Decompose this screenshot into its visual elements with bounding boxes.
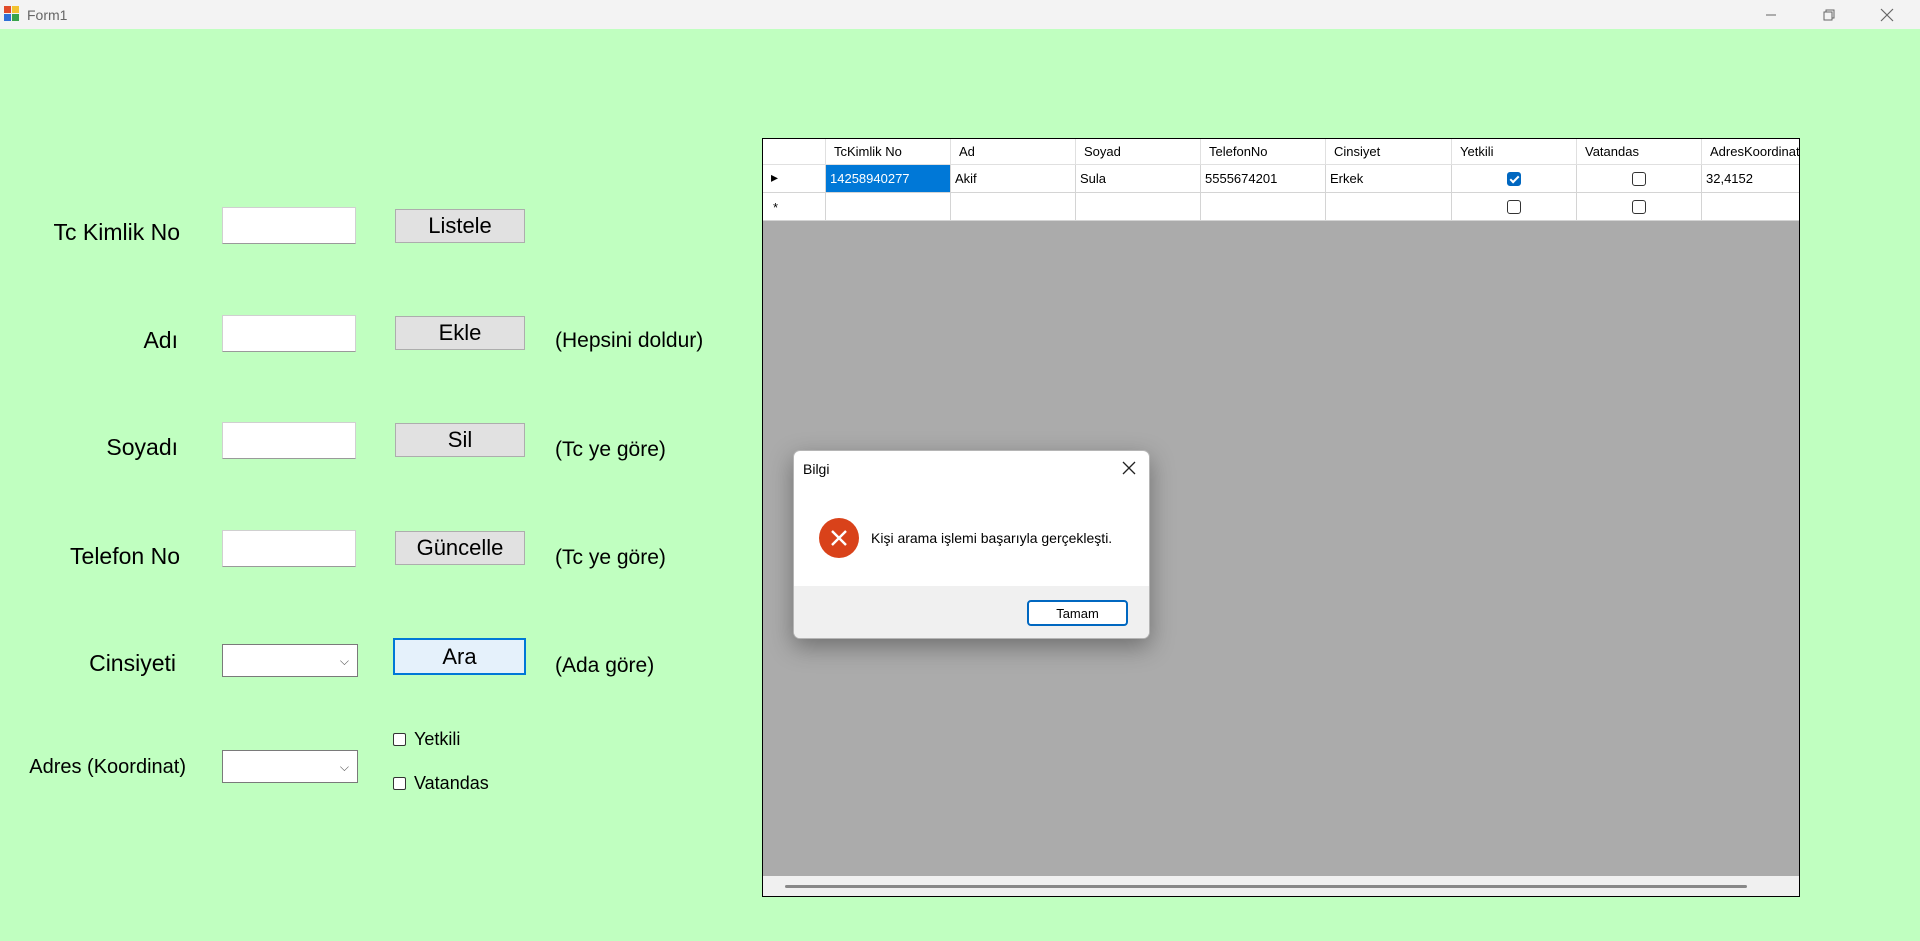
column-header-tckimlik[interactable]: TcKimlik No bbox=[826, 139, 951, 165]
new-cell-telefon[interactable] bbox=[1201, 193, 1326, 221]
close-icon bbox=[1880, 8, 1894, 21]
column-header-vatandas[interactable]: Vatandas bbox=[1577, 139, 1702, 165]
soyadi-input[interactable] bbox=[222, 422, 356, 459]
listele-button[interactable]: Listele bbox=[395, 209, 525, 243]
yetkili-checkbox[interactable]: Yetkili bbox=[393, 729, 460, 750]
checkbox-box bbox=[393, 777, 406, 790]
cell-vatandas[interactable] bbox=[1577, 165, 1702, 193]
column-header-adres[interactable]: AdresKoordinat bbox=[1702, 139, 1799, 165]
close-window-button[interactable] bbox=[1858, 0, 1916, 29]
checkbox-box bbox=[393, 733, 406, 746]
cell-yetkili[interactable] bbox=[1452, 165, 1577, 193]
vatandas-cell-checkbox[interactable] bbox=[1632, 199, 1646, 214]
label-telefon-no: Telefon No bbox=[70, 543, 180, 569]
cell-cinsiyet[interactable]: Erkek bbox=[1326, 165, 1452, 193]
label-adi: Adı bbox=[143, 327, 178, 353]
cell-ad[interactable]: Akif bbox=[951, 165, 1076, 193]
label-soyadi: Soyadı bbox=[106, 434, 178, 460]
app-icon bbox=[4, 6, 20, 22]
column-header-ad[interactable]: Ad bbox=[951, 139, 1076, 165]
cell-adres[interactable]: 32,4152 bbox=[1702, 165, 1799, 193]
dialog-message: Kişi arama işlemi başarıyla gerçekleşti. bbox=[871, 530, 1113, 546]
window-title: Form1 bbox=[27, 7, 68, 23]
new-row[interactable]: * bbox=[763, 193, 1799, 221]
guncelle-button[interactable]: Güncelle bbox=[395, 531, 525, 565]
new-cell-soyad[interactable] bbox=[1076, 193, 1201, 221]
vatandas-label: Vatandas bbox=[414, 773, 489, 793]
sil-note: (Tc ye göre) bbox=[555, 438, 666, 461]
ara-button[interactable]: Ara bbox=[393, 638, 526, 675]
cinsiyet-combobox[interactable]: ⌵ bbox=[222, 644, 358, 677]
current-row-arrow-icon: ▸ bbox=[771, 169, 779, 185]
chevron-down-icon: ⌵ bbox=[339, 654, 349, 668]
row-header[interactable]: * bbox=[763, 193, 826, 221]
new-cell-tckimlik[interactable] bbox=[826, 193, 951, 221]
horizontal-scrollbar[interactable] bbox=[763, 876, 1799, 896]
label-adres-koordinat: Adres (Koordinat) bbox=[29, 756, 186, 778]
scrollbar-thumb[interactable] bbox=[785, 885, 1747, 888]
yetkili-label: Yetkili bbox=[414, 729, 461, 749]
guncelle-note: (Tc ye göre) bbox=[555, 546, 666, 569]
telefon-input[interactable] bbox=[222, 530, 356, 567]
label-tc-kimlik-no: Tc Kimlik No bbox=[53, 219, 180, 245]
dialog-footer: Tamam bbox=[794, 586, 1149, 638]
new-cell-yetkili[interactable] bbox=[1452, 193, 1577, 221]
cell-tckimlik[interactable]: 14258940277 bbox=[826, 165, 951, 193]
table-row[interactable]: ▸ 14258940277 Akif Sula 5555674201 Erkek… bbox=[763, 165, 1799, 193]
dialog-close-button[interactable] bbox=[1119, 458, 1139, 478]
ekle-button[interactable]: Ekle bbox=[395, 316, 525, 350]
yetkili-cell-checkbox[interactable] bbox=[1507, 199, 1521, 214]
column-header-telefon[interactable]: TelefonNo bbox=[1201, 139, 1326, 165]
restore-button[interactable] bbox=[1800, 0, 1858, 29]
close-icon bbox=[1122, 461, 1136, 475]
message-dialog: Bilgi Kişi arama işlemi başarıyla gerçek… bbox=[793, 450, 1150, 639]
chevron-down-icon: ⌵ bbox=[339, 760, 349, 774]
cell-telefon[interactable]: 5555674201 bbox=[1201, 165, 1326, 193]
x-mark-icon bbox=[831, 530, 847, 546]
cell-soyad[interactable]: Sula bbox=[1076, 165, 1201, 193]
new-cell-cinsiyet[interactable] bbox=[1326, 193, 1452, 221]
column-header-cinsiyet[interactable]: Cinsiyet bbox=[1326, 139, 1452, 165]
ekle-note: (Hepsini doldur) bbox=[555, 329, 704, 352]
error-icon bbox=[819, 518, 859, 558]
restore-icon bbox=[1823, 9, 1835, 20]
ara-note: (Ada göre) bbox=[555, 654, 655, 677]
new-cell-ad[interactable] bbox=[951, 193, 1076, 221]
label-cinsiyeti: Cinsiyeti bbox=[89, 650, 176, 676]
grid-header-row: TcKimlik No Ad Soyad TelefonNo Cinsiyet … bbox=[763, 139, 1799, 165]
column-header-soyad[interactable]: Soyad bbox=[1076, 139, 1201, 165]
new-row-marker: * bbox=[773, 200, 779, 215]
new-cell-vatandas[interactable] bbox=[1577, 193, 1702, 221]
grid-corner-header[interactable] bbox=[763, 139, 826, 165]
column-header-yetkili[interactable]: Yetkili bbox=[1452, 139, 1577, 165]
ok-button[interactable]: Tamam bbox=[1027, 600, 1128, 626]
new-cell-adres[interactable] bbox=[1702, 193, 1799, 221]
tc-kimlik-input[interactable] bbox=[222, 207, 356, 244]
minimize-icon bbox=[1766, 14, 1776, 15]
minimize-button[interactable] bbox=[1742, 0, 1800, 29]
sil-button[interactable]: Sil bbox=[395, 423, 525, 457]
adres-combobox[interactable]: ⌵ bbox=[222, 750, 358, 783]
vatandas-cell-checkbox[interactable] bbox=[1632, 171, 1646, 186]
window-titlebar: Form1 bbox=[0, 0, 1920, 29]
row-header[interactable]: ▸ bbox=[763, 165, 826, 193]
dialog-title: Bilgi bbox=[803, 461, 830, 477]
vatandas-checkbox[interactable]: Vatandas bbox=[393, 773, 489, 794]
adi-input[interactable] bbox=[222, 315, 356, 352]
yetkili-cell-checkbox[interactable] bbox=[1507, 171, 1521, 186]
